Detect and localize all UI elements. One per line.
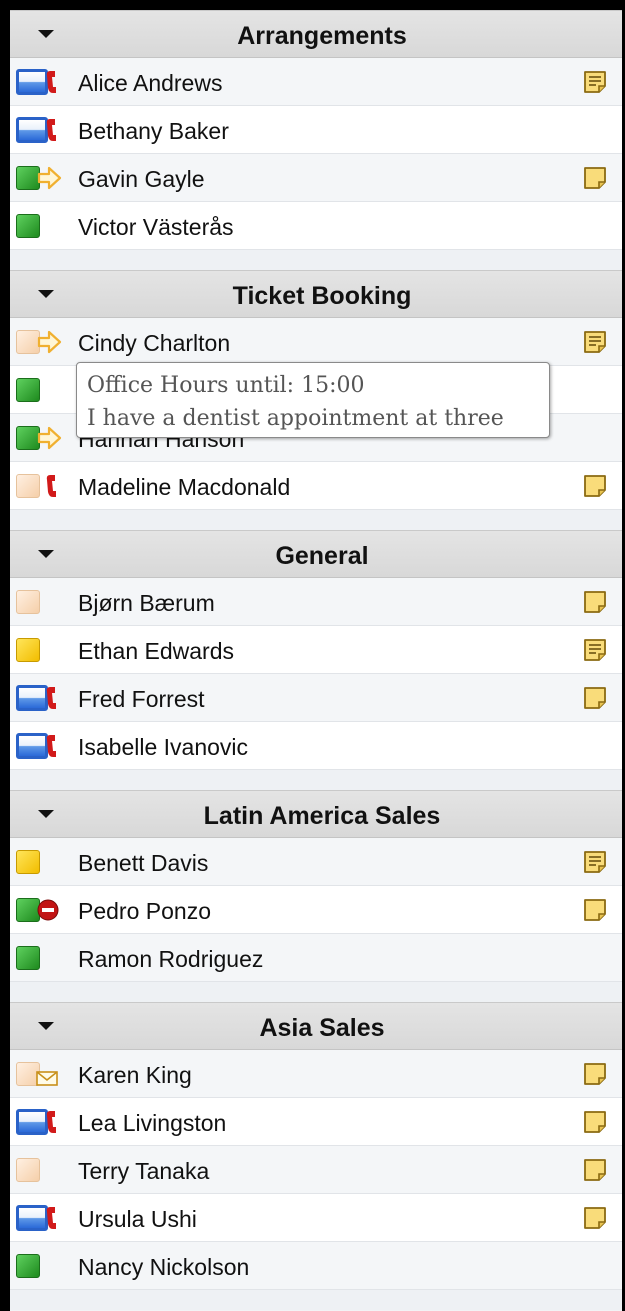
contact-name: Lea Livingston (78, 1110, 227, 1136)
group-title: Asia Sales (259, 1014, 385, 1042)
group-title: Arrangements (237, 22, 407, 50)
contact-groups: Arrangements Alice Andrews Bethany Baker Ga… (10, 10, 622, 1310)
note-icon[interactable] (582, 1109, 608, 1140)
contact-row[interactable]: Bethany Baker (10, 106, 622, 154)
contact-name: Fred Forrest (78, 686, 205, 712)
contact-name: Terry Tanaka (78, 1158, 210, 1184)
contact-name: Isabelle Ivanovic (78, 734, 249, 760)
status-yellow-icon (16, 850, 40, 874)
contact-list-panel: Arrangements Alice Andrews Bethany Baker Ga… (10, 10, 622, 1311)
status-green-icon (16, 214, 40, 238)
contact-row[interactable]: Victor Västerås (10, 202, 622, 250)
contact-row[interactable]: Ethan Edwards (10, 626, 622, 674)
contact-name: Nancy Nickolson (78, 1254, 250, 1280)
note-icon[interactable] (582, 1205, 608, 1236)
phone-handset-icon (44, 115, 72, 150)
contact-name: Ursula Ushi (78, 1206, 197, 1232)
note-icon[interactable] (582, 589, 608, 620)
phone-handset-icon (44, 683, 72, 718)
phone-handset-icon (44, 1203, 72, 1238)
forward-arrow-icon (36, 163, 64, 198)
status-green-icon (16, 378, 40, 402)
contact-row[interactable]: Ursula Ushi (10, 1194, 622, 1242)
do-not-disturb-icon (36, 895, 64, 930)
contact-tooltip: Office Hours until: 15:00 I have a denti… (76, 362, 550, 438)
group-spacer (10, 770, 622, 790)
status-green-icon (16, 946, 40, 970)
group-header-arrangements[interactable]: Arrangements (10, 10, 622, 58)
contact-row[interactable]: Pedro Ponzo (10, 886, 622, 934)
contact-name: Karen King (78, 1062, 192, 1088)
tooltip-message: I have a dentist appointment at three (87, 406, 504, 431)
contact-name: Alice Andrews (78, 70, 223, 96)
envelope-icon (34, 1059, 62, 1094)
group-title: General (275, 542, 369, 570)
contact-row[interactable]: Gavin Gayle (10, 154, 622, 202)
contact-name: Victor Västerås (78, 214, 234, 240)
contact-name: Madeline Macdonald (78, 474, 291, 500)
tooltip-office-hours: Office Hours until: 15:00 (87, 373, 365, 398)
note-icon[interactable] (582, 685, 608, 716)
status-peach-icon (16, 590, 40, 614)
group-spacer (10, 250, 622, 270)
phone-handset-icon (44, 731, 72, 766)
forward-arrow-icon (36, 423, 64, 458)
status-yellow-icon (16, 638, 40, 662)
contact-row[interactable]: Nancy Nickolson (10, 1242, 622, 1290)
contact-name: Gavin Gayle (78, 166, 205, 192)
contact-row[interactable]: Terry Tanaka (10, 1146, 622, 1194)
status-peach-icon (16, 1158, 40, 1182)
contact-row[interactable]: Karen King (10, 1050, 622, 1098)
group-header-latin-america-sales[interactable]: Latin America Sales (10, 790, 622, 838)
group-title: Latin America Sales (203, 802, 441, 830)
contact-row[interactable]: Fred Forrest (10, 674, 622, 722)
contact-row[interactable]: Ramon Rodriguez (10, 934, 622, 982)
contact-row[interactable]: Madeline Macdonald (10, 462, 622, 510)
note-icon[interactable] (582, 165, 608, 196)
note-lines-icon[interactable] (582, 849, 608, 880)
group-spacer (10, 1290, 622, 1310)
group-header-general[interactable]: General (10, 530, 622, 578)
phone-handset-icon (44, 67, 72, 102)
group-header-asia-sales[interactable]: Asia Sales (10, 1002, 622, 1050)
contact-name: Cindy Charlton (78, 330, 231, 356)
contact-row[interactable]: Alice Andrews (10, 58, 622, 106)
contact-row[interactable]: Benett Davis (10, 838, 622, 886)
phone-handset-icon (44, 1107, 72, 1142)
group-title: Ticket Booking (232, 282, 412, 310)
contact-name: Bethany Baker (78, 118, 229, 144)
contact-row[interactable]: Bjørn Bærum (10, 578, 622, 626)
contact-name: Benett Davis (78, 850, 209, 876)
status-peach-icon (16, 474, 40, 498)
note-icon[interactable] (582, 473, 608, 504)
contact-row[interactable]: Cindy Charlton (10, 318, 622, 366)
contact-name: Pedro Ponzo (78, 898, 211, 924)
note-lines-icon[interactable] (582, 637, 608, 668)
note-icon[interactable] (582, 1061, 608, 1092)
group-header-ticket-booking[interactable]: Ticket Booking (10, 270, 622, 318)
contact-row[interactable]: Isabelle Ivanovic (10, 722, 622, 770)
contact-name: Ethan Edwards (78, 638, 234, 664)
status-green-icon (16, 1254, 40, 1278)
phone-handset-icon (44, 471, 72, 506)
contact-name: Bjørn Bærum (78, 590, 215, 616)
note-lines-icon[interactable] (582, 329, 608, 360)
note-icon[interactable] (582, 1157, 608, 1188)
forward-arrow-icon (36, 327, 64, 362)
contact-row[interactable]: Lea Livingston (10, 1098, 622, 1146)
contact-name: Ramon Rodriguez (78, 946, 264, 972)
note-icon[interactable] (582, 897, 608, 928)
group-spacer (10, 510, 622, 530)
group-spacer (10, 982, 622, 1002)
note-lines-icon[interactable] (582, 69, 608, 100)
